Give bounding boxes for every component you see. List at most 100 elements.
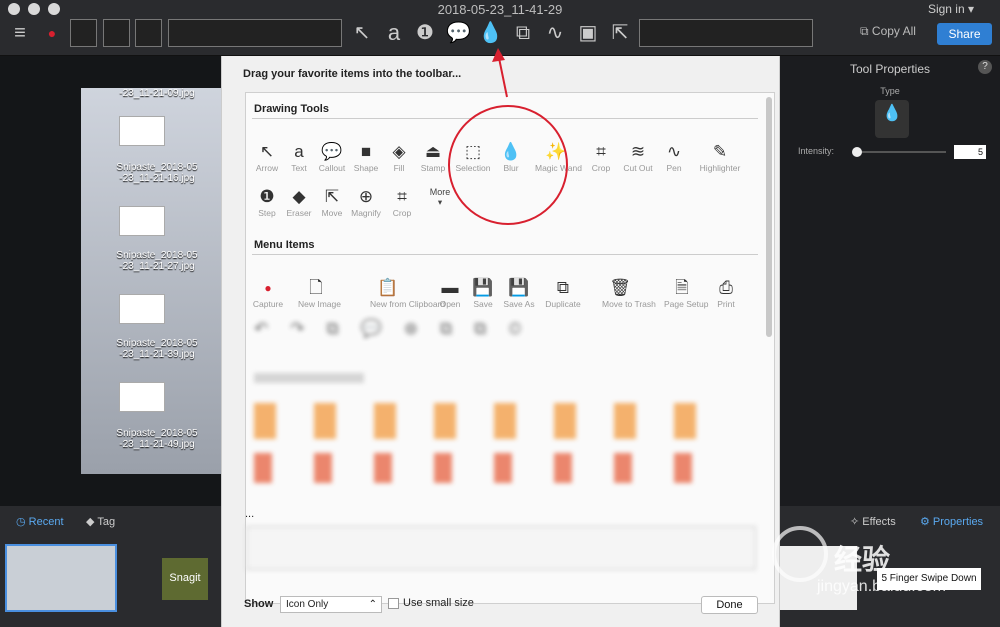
tool-text[interactable]: a Text bbox=[281, 141, 317, 173]
toolbar-slot-2[interactable] bbox=[103, 19, 130, 47]
copy-icon: ⧉ bbox=[860, 24, 872, 38]
menu-item-save[interactable]: 💾 Save bbox=[465, 277, 501, 309]
menu-item-duplicate[interactable]: ⧉ Duplicate bbox=[545, 277, 581, 309]
toolbar-slot-3[interactable] bbox=[135, 19, 162, 47]
tool-magic-wand[interactable]: ✨ Magic Wand bbox=[535, 141, 582, 173]
tool-move[interactable]: ⇱ Move bbox=[314, 186, 350, 218]
menu-item-page-setup[interactable]: 🗎 Page Setup bbox=[664, 277, 708, 309]
arrow-tool-icon[interactable]: ↖ bbox=[350, 20, 374, 46]
tool-selection[interactable]: ⬚ Selection bbox=[455, 141, 491, 173]
toolbar-slot-right[interactable] bbox=[639, 19, 813, 47]
recent-tab[interactable]: ◷ Recent bbox=[16, 515, 64, 528]
finder-icon[interactable]: ▣ bbox=[576, 20, 600, 46]
panel-title: Tool Properties bbox=[849, 62, 931, 76]
text-tool-icon[interactable]: a bbox=[382, 20, 406, 46]
tool-eraser[interactable]: ◆ Eraser bbox=[281, 186, 317, 218]
menu-item-capture[interactable]: ● Capture bbox=[250, 277, 286, 309]
share-button[interactable]: Share bbox=[937, 23, 992, 45]
tool-cut-out[interactable]: ≋ Cut Out bbox=[620, 141, 656, 173]
tool-stamp[interactable]: ⏏ Stamp bbox=[415, 141, 451, 173]
droplet-icon: 💧 bbox=[882, 105, 902, 122]
blurred-icons-row-2 bbox=[254, 453, 714, 483]
callout-tool-icon[interactable]: 💬 bbox=[446, 20, 471, 46]
tool-step[interactable]: ❶ Step bbox=[249, 186, 285, 218]
pen-tool-icon[interactable]: ∿ bbox=[543, 20, 567, 46]
default-toolbar-set[interactable] bbox=[246, 526, 756, 570]
text-icon: a bbox=[294, 142, 304, 161]
tool-blur[interactable]: 💧 Blur bbox=[493, 141, 529, 173]
tool-fill[interactable]: ◈ Fill bbox=[381, 141, 417, 173]
tray-thumbnail-snagit[interactable]: Snagit bbox=[162, 558, 208, 600]
tray-thumbnail-selected[interactable] bbox=[5, 544, 117, 612]
signin-menu[interactable]: Sign in ▾ bbox=[928, 2, 974, 16]
move-tool-icon[interactable]: ⇱ bbox=[608, 20, 632, 46]
intensity-slider[interactable] bbox=[856, 151, 946, 153]
watermark-text: 经验 bbox=[834, 544, 891, 575]
clock-icon: ◷ bbox=[16, 516, 29, 528]
tool-arrow[interactable]: ↖ Arrow bbox=[249, 141, 285, 173]
tag-tab[interactable]: ◆ Tag bbox=[86, 515, 115, 528]
menu-icon[interactable]: ≡ bbox=[8, 20, 32, 46]
snagit-editor-window: 2018-05-23_11-41-29 Sign in ▾ ≡ ● ↖ a ❶ … bbox=[0, 0, 1000, 627]
menu-item-new-from-clipboard[interactable]: 📋 New from Clipboard bbox=[370, 277, 445, 309]
arrow-icon: ↖ bbox=[259, 142, 275, 161]
stamp-icon: ⏏ bbox=[424, 142, 442, 161]
blur-icon: 💧 bbox=[500, 142, 522, 161]
menu-item-print[interactable]: ⎙ Print bbox=[708, 277, 744, 309]
capture-record-icon[interactable]: ● bbox=[40, 20, 64, 46]
show-select[interactable]: Icon Only ⌃ bbox=[280, 596, 382, 613]
tool-magnify[interactable]: ⊕ Magnify bbox=[348, 186, 384, 218]
desktop-file-label: Snipaste_2018-05 -23_11-21-27.jpg bbox=[116, 250, 198, 272]
screenshot-canvas[interactable]: -23_11-21-09.jpg Snipaste_2018-05 -23_11… bbox=[81, 88, 221, 474]
menu-item-open[interactable]: ▬ Open bbox=[432, 277, 468, 309]
customize-toolbar-sheet: Drag your favorite items into the toolba… bbox=[221, 56, 780, 627]
type-label: Type bbox=[880, 86, 900, 96]
save-as-icon: 💾 bbox=[508, 278, 530, 297]
tool-shape[interactable]: ■ Shape bbox=[348, 141, 384, 173]
blurred-menu-items-row: ↶↷⧉💬⊛⧉⧉⏲ bbox=[254, 319, 544, 338]
tool-crop-2[interactable]: ⌗ Crop bbox=[384, 186, 420, 218]
tool-callout[interactable]: 💬 Callout bbox=[314, 141, 350, 173]
tool-properties-panel: Tool Properties ? Type 💧 Intensity: 5 bbox=[780, 56, 1000, 506]
intensity-value-field[interactable]: 5 bbox=[954, 145, 986, 159]
menu-item-save-as[interactable]: 💾 Save As bbox=[501, 277, 537, 309]
file-thumbnail bbox=[119, 206, 165, 236]
menu-item-new-image[interactable]: 🗋 New Image bbox=[298, 277, 341, 309]
trash-icon: 🗑 bbox=[609, 278, 631, 297]
file-thumbnail bbox=[119, 382, 165, 412]
intensity-slider-knob[interactable] bbox=[852, 147, 862, 157]
toolbar-slot-1[interactable] bbox=[70, 19, 97, 47]
scrollbar[interactable] bbox=[766, 97, 772, 337]
fill-icon: ◈ bbox=[392, 142, 406, 161]
tool-pen[interactable]: ∿ Pen bbox=[656, 141, 692, 173]
blur-tool-icon[interactable]: 💧 bbox=[478, 20, 503, 46]
watermark-domain: jingyan.baidu.com bbox=[817, 578, 946, 595]
new-image-icon: 🗋 bbox=[309, 278, 323, 297]
chevron-down-icon: ▾ bbox=[437, 197, 443, 207]
copy-all-button[interactable]: ⧉ Copy All bbox=[860, 24, 916, 39]
desktop-file-label: Snipaste_2018-05 -23_11-21-39.jpg bbox=[116, 338, 198, 360]
help-icon[interactable]: ? bbox=[978, 60, 992, 74]
window-title: 2018-05-23_11-41-29 bbox=[437, 2, 563, 17]
crop-icon: ⌗ bbox=[596, 142, 606, 161]
clipboard-icon: 📋 bbox=[377, 278, 399, 297]
step-tool-icon[interactable]: ❶ bbox=[413, 20, 437, 46]
use-small-size-checkbox[interactable] bbox=[388, 598, 399, 609]
tool-crop[interactable]: ⌗ Crop bbox=[583, 141, 619, 173]
tool-more[interactable]: More ▾ bbox=[422, 187, 458, 208]
show-label: Show bbox=[244, 598, 274, 610]
copy-tool-icon[interactable]: ⧉ bbox=[511, 20, 535, 46]
blur-type-dropdown[interactable]: 💧 bbox=[875, 100, 909, 138]
tool-highlighter[interactable]: ✎ Highlighter bbox=[698, 141, 742, 173]
toolbar-slot-wide[interactable] bbox=[168, 19, 342, 47]
divider bbox=[252, 254, 758, 255]
desktop-file-label: Snipaste_2018-05 -23_11-21-16.jpg bbox=[116, 162, 198, 184]
magnify-icon: ⊕ bbox=[358, 187, 374, 206]
magic-wand-icon: ✨ bbox=[545, 142, 567, 161]
drawing-tools-title: Drawing Tools bbox=[254, 103, 329, 115]
file-thumbnail bbox=[119, 294, 165, 324]
menu-item-move-to-trash[interactable]: 🗑 Move to Trash bbox=[602, 277, 656, 309]
done-button[interactable]: Done bbox=[701, 596, 758, 614]
highlighter-icon: ✎ bbox=[712, 142, 728, 161]
blurred-section-heading bbox=[254, 373, 364, 383]
